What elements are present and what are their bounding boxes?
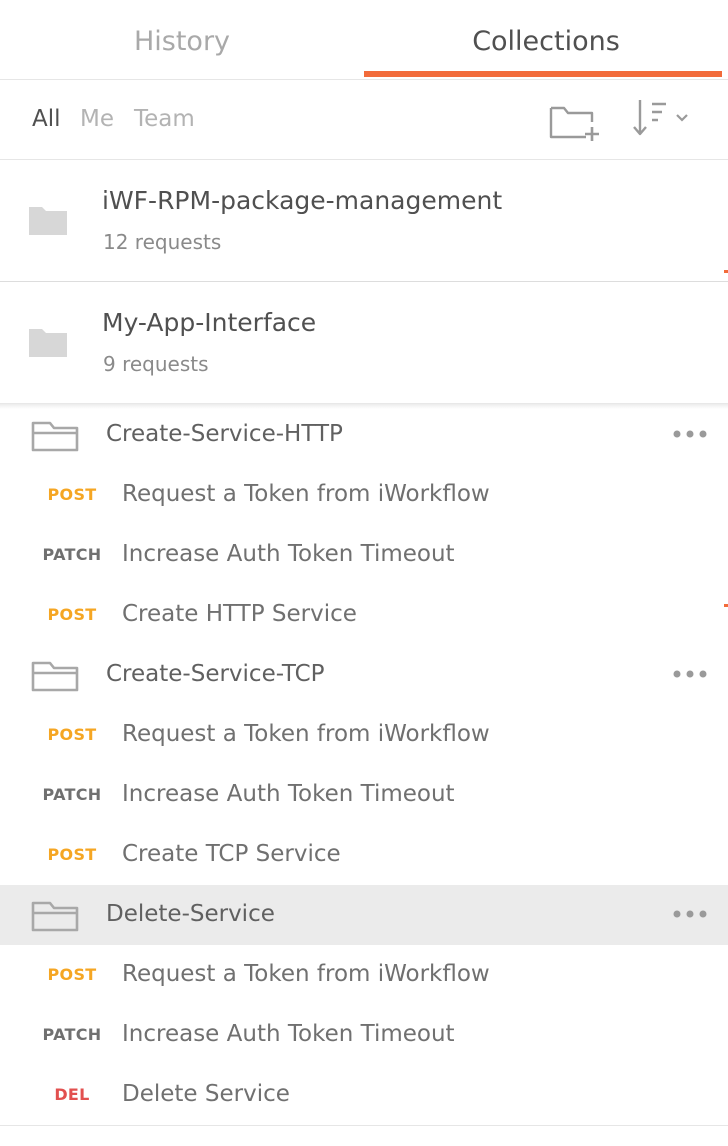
new-collection-folder-icon[interactable] <box>548 100 602 142</box>
method-badge: POST <box>47 965 97 984</box>
request-item[interactable]: POST Request a Token from iWorkflow <box>0 465 728 525</box>
collection-name: iWF-RPM-package-management <box>102 186 503 215</box>
open-folder-icon <box>31 901 79 932</box>
method-badge: PATCH <box>42 545 102 564</box>
folder-name: Create-Service-HTTP <box>106 421 343 447</box>
folder-row[interactable]: Delete-Service <box>0 885 728 945</box>
open-folder-icon <box>31 661 79 692</box>
folder-icon <box>29 329 67 357</box>
more-options-icon[interactable] <box>672 909 708 919</box>
request-name: Create HTTP Service <box>122 601 357 627</box>
tab-history[interactable]: History <box>0 0 364 80</box>
collection-item[interactable]: My-App-Interface 9 requests <box>0 282 728 404</box>
method-badge: POST <box>47 845 97 864</box>
folder-icon <box>29 207 67 235</box>
filter-me[interactable]: Me <box>80 106 114 132</box>
method-badge: POST <box>47 485 97 504</box>
divider <box>0 1125 728 1126</box>
request-item[interactable]: POST Create HTTP Service <box>0 585 728 645</box>
folder-row[interactable]: Create-Service-TCP <box>0 645 728 705</box>
method-badge: PATCH <box>42 785 102 804</box>
edge-indicator <box>724 270 728 273</box>
request-item[interactable]: PATCH Increase Auth Token Timeout <box>0 1005 728 1065</box>
more-options-icon[interactable] <box>672 669 708 679</box>
request-name: Increase Auth Token Timeout <box>122 781 455 807</box>
open-folder-icon <box>31 421 79 452</box>
collections-filter-bar: All Me Team <box>0 80 728 160</box>
tab-collections[interactable]: Collections <box>364 0 728 80</box>
sidebar-tabs: History Collections <box>0 0 728 80</box>
request-name: Increase Auth Token Timeout <box>122 1021 455 1047</box>
method-badge: POST <box>47 605 97 624</box>
collection-name: My-App-Interface <box>102 308 317 337</box>
folder-row[interactable]: Create-Service-HTTP <box>0 405 728 465</box>
collection-request-count: 9 requests <box>103 352 209 376</box>
request-item[interactable]: PATCH Increase Auth Token Timeout <box>0 525 728 585</box>
request-name: Increase Auth Token Timeout <box>122 541 455 567</box>
request-item[interactable]: PATCH Increase Auth Token Timeout <box>0 765 728 825</box>
request-name: Create TCP Service <box>122 841 341 867</box>
folder-name: Create-Service-TCP <box>106 661 325 687</box>
filter-team[interactable]: Team <box>134 106 195 132</box>
request-name: Request a Token from iWorkflow <box>122 961 490 987</box>
request-name: Request a Token from iWorkflow <box>122 481 490 507</box>
request-name: Delete Service <box>122 1081 290 1107</box>
request-item[interactable]: POST Request a Token from iWorkflow <box>0 945 728 1005</box>
collection-item[interactable]: iWF-RPM-package-management 12 requests <box>0 160 728 282</box>
folder-name: Delete-Service <box>106 901 275 927</box>
sort-icon[interactable] <box>632 98 694 138</box>
active-tab-indicator <box>364 71 722 77</box>
request-item[interactable]: POST Create TCP Service <box>0 825 728 885</box>
more-options-icon[interactable] <box>672 429 708 439</box>
method-badge: PATCH <box>42 1025 102 1044</box>
collection-request-count: 12 requests <box>103 230 222 254</box>
filter-all[interactable]: All <box>32 106 61 132</box>
request-item[interactable]: POST Request a Token from iWorkflow <box>0 705 728 765</box>
method-badge: POST <box>47 725 97 744</box>
request-item[interactable]: DEL Delete Service <box>0 1065 728 1125</box>
method-badge: DEL <box>54 1085 90 1104</box>
edge-indicator <box>724 604 728 607</box>
request-name: Request a Token from iWorkflow <box>122 721 490 747</box>
